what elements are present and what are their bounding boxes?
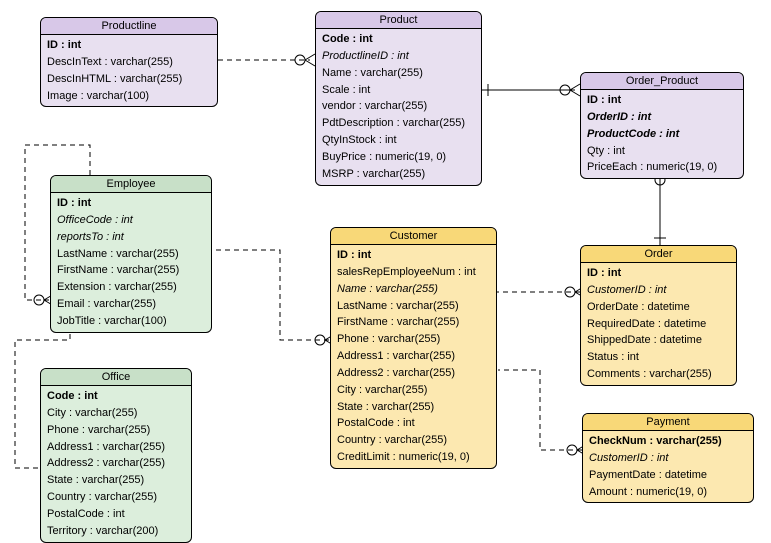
entity-attrs-order: ID : intCustomerID : intOrderDate : date… xyxy=(581,263,736,385)
entity-attribute: City : varchar(255) xyxy=(337,382,490,399)
entity-attribute: PaymentDate : datetime xyxy=(589,467,747,484)
entity-employee[interactable]: Employee ID : intOfficeCode : intreports… xyxy=(50,175,212,333)
entity-attribute: MSRP : varchar(255) xyxy=(322,166,475,183)
entity-attribute: CustomerID : int xyxy=(589,450,747,467)
entity-attribute: CustomerID : int xyxy=(587,282,730,299)
entity-productline[interactable]: Productline ID : intDescInText : varchar… xyxy=(40,17,218,107)
entity-attribute: Qty : int xyxy=(587,143,737,160)
entity-attribute: Email : varchar(255) xyxy=(57,296,205,313)
entity-office[interactable]: Office Code : intCity : varchar(255)Phon… xyxy=(40,368,192,543)
entity-attribute: reportsTo : int xyxy=(57,229,205,246)
entity-attribute: Address2 : varchar(255) xyxy=(47,455,185,472)
entity-attrs-employee: ID : intOfficeCode : intreportsTo : intL… xyxy=(51,193,211,332)
entity-attribute: Code : int xyxy=(322,31,475,48)
entity-attribute: ID : int xyxy=(587,265,730,282)
entity-attrs-payment: CheckNum : varchar(255)CustomerID : intP… xyxy=(583,431,753,502)
entity-attribute: Country : varchar(255) xyxy=(337,432,490,449)
entity-attribute: ProductCode : int xyxy=(587,126,737,143)
entity-attribute: Name : varchar(255) xyxy=(322,65,475,82)
entity-customer[interactable]: Customer ID : intsalesRepEmployeeNum : i… xyxy=(330,227,497,469)
entity-attribute: Scale : int xyxy=(322,82,475,99)
entity-attribute: State : varchar(255) xyxy=(337,399,490,416)
entity-attribute: ID : int xyxy=(337,247,490,264)
entity-title: Customer xyxy=(331,228,496,245)
entity-attribute: PostalCode : int xyxy=(337,415,490,432)
entity-title: Office xyxy=(41,369,191,386)
entity-attribute: Status : int xyxy=(587,349,730,366)
entity-title: Payment xyxy=(583,414,753,431)
entity-title: Order xyxy=(581,246,736,263)
entity-attribute: Code : int xyxy=(47,388,185,405)
entity-attribute: Phone : varchar(255) xyxy=(337,331,490,348)
entity-attrs-product: Code : intProductlineID : intName : varc… xyxy=(316,29,481,185)
entity-attribute: Address1 : varchar(255) xyxy=(47,439,185,456)
entity-attribute: Phone : varchar(255) xyxy=(47,422,185,439)
entity-payment[interactable]: Payment CheckNum : varchar(255)CustomerI… xyxy=(582,413,754,503)
entity-attribute: LastName : varchar(255) xyxy=(337,298,490,315)
entity-title: Productline xyxy=(41,18,217,35)
entity-title: Order_Product xyxy=(581,73,743,90)
entity-attribute: FirstName : varchar(255) xyxy=(337,314,490,331)
entity-attribute: PostalCode : int xyxy=(47,506,185,523)
entity-attribute: OfficeCode : int xyxy=(57,212,205,229)
entity-attribute: QtyInStock : int xyxy=(322,132,475,149)
entity-title: Product xyxy=(316,12,481,29)
entity-attribute: Image : varchar(100) xyxy=(47,88,211,105)
entity-attribute: LastName : varchar(255) xyxy=(57,246,205,263)
entity-attribute: State : varchar(255) xyxy=(47,472,185,489)
entity-order[interactable]: Order ID : intCustomerID : intOrderDate … xyxy=(580,245,737,386)
entity-attribute: Country : varchar(255) xyxy=(47,489,185,506)
entity-attribute: ID : int xyxy=(587,92,737,109)
entity-attribute: City : varchar(255) xyxy=(47,405,185,422)
entity-attribute: OrderID : int xyxy=(587,109,737,126)
entity-attribute: ShippedDate : datetime xyxy=(587,332,730,349)
entity-attribute: vendor : varchar(255) xyxy=(322,98,475,115)
entity-attribute: CreditLimit : numeric(19, 0) xyxy=(337,449,490,466)
entity-attrs-productline: ID : intDescInText : varchar(255)DescInH… xyxy=(41,35,217,106)
entity-attribute: RequiredDate : datetime xyxy=(587,316,730,333)
entity-attribute: ID : int xyxy=(57,195,205,212)
entity-attribute: FirstName : varchar(255) xyxy=(57,262,205,279)
entity-attribute: Address2 : varchar(255) xyxy=(337,365,490,382)
entity-attribute: Extension : varchar(255) xyxy=(57,279,205,296)
entity-attribute: Amount : numeric(19, 0) xyxy=(589,484,747,501)
entity-attrs-order_product: ID : intOrderID : intProductCode : intQt… xyxy=(581,90,743,178)
entity-attribute: Name : varchar(255) xyxy=(337,281,490,298)
entity-attribute: OrderDate : datetime xyxy=(587,299,730,316)
entity-attribute: JobTitle : varchar(100) xyxy=(57,313,205,330)
entity-attribute: DescInText : varchar(255) xyxy=(47,54,211,71)
entity-attribute: salesRepEmployeeNum : int xyxy=(337,264,490,281)
entity-attribute: DescInHTML : varchar(255) xyxy=(47,71,211,88)
entity-attribute: Comments : varchar(255) xyxy=(587,366,730,383)
entity-attribute: BuyPrice : numeric(19, 0) xyxy=(322,149,475,166)
entity-product[interactable]: Product Code : intProductlineID : intNam… xyxy=(315,11,482,186)
entity-attribute: ID : int xyxy=(47,37,211,54)
entity-title: Employee xyxy=(51,176,211,193)
entity-attribute: ProductlineID : int xyxy=(322,48,475,65)
entity-attribute: CheckNum : varchar(255) xyxy=(589,433,747,450)
entity-order-product[interactable]: Order_Product ID : intOrderID : intProdu… xyxy=(580,72,744,179)
entity-attrs-office: Code : intCity : varchar(255)Phone : var… xyxy=(41,386,191,542)
entity-attrs-customer: ID : intsalesRepEmployeeNum : intName : … xyxy=(331,245,496,468)
entity-attribute: Territory : varchar(200) xyxy=(47,523,185,540)
entity-attribute: PdtDescription : varchar(255) xyxy=(322,115,475,132)
entity-attribute: Address1 : varchar(255) xyxy=(337,348,490,365)
entity-attribute: PriceEach : numeric(19, 0) xyxy=(587,159,737,176)
